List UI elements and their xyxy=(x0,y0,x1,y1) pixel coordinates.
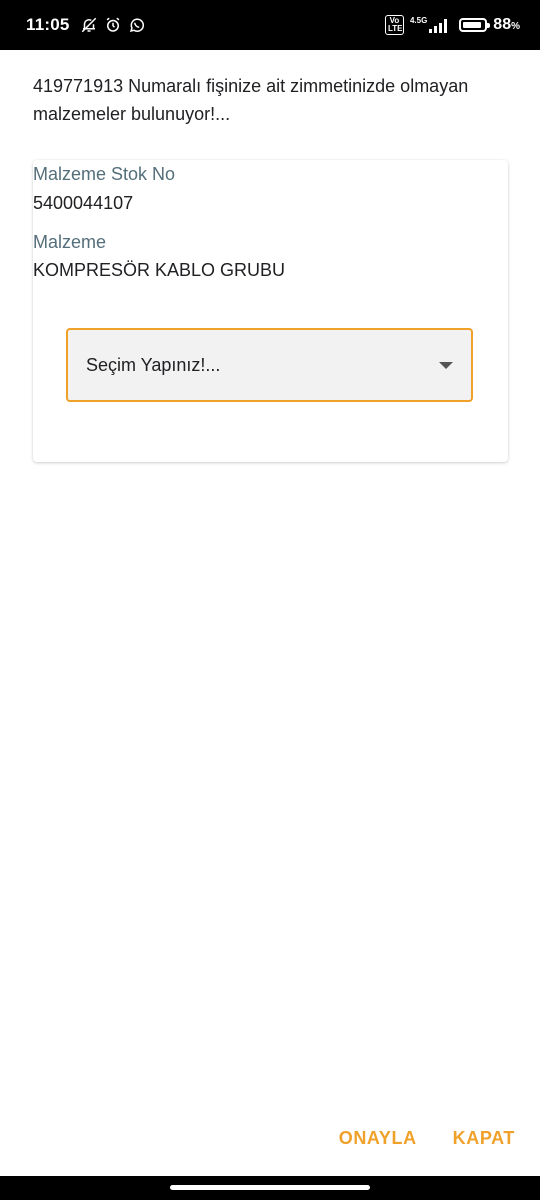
stock-no-value: 5400044107 xyxy=(33,193,134,213)
status-bar: 11:05 Vo LTE 4.5G 88% xyxy=(0,0,540,50)
whatsapp-icon xyxy=(128,16,146,34)
selection-dropdown[interactable]: Seçim Yapınız!... xyxy=(66,328,473,402)
stock-no-label: Malzeme Stok No xyxy=(33,164,176,184)
close-button[interactable]: KAPAT xyxy=(453,1128,515,1149)
dialog-message: 419771913 Numaralı fişinize ait zimmetin… xyxy=(33,76,469,124)
alarm-icon xyxy=(104,16,122,34)
status-time: 11:05 xyxy=(26,15,70,34)
material-value: KOMPRESÖR KABLO GRUBU xyxy=(33,260,286,280)
status-left-icons xyxy=(80,16,146,34)
battery-percent: 88% xyxy=(493,16,520,33)
dropdown-arrow-icon xyxy=(439,361,453,369)
network-type: 4.5G xyxy=(409,16,428,25)
selection-dropdown-value: Seçim Yapınız!... xyxy=(86,354,221,375)
bell-off-icon xyxy=(80,16,98,34)
confirm-button[interactable]: ONAYLA xyxy=(339,1128,417,1149)
material-card: Malzeme Stok No 5400044107 Malzeme KOMPR… xyxy=(33,160,508,462)
dialog-actions: ONAYLA KAPAT xyxy=(339,1128,515,1149)
battery-icon xyxy=(459,18,491,32)
signal-icon: 4.5G xyxy=(409,16,448,33)
status-right-icons: Vo LTE 4.5G 88% xyxy=(384,15,520,35)
home-gesture-handle[interactable] xyxy=(170,1185,370,1190)
volte-icon: Vo LTE xyxy=(384,15,404,35)
material-label: Malzeme xyxy=(33,232,107,252)
navigation-bar xyxy=(0,1176,540,1200)
